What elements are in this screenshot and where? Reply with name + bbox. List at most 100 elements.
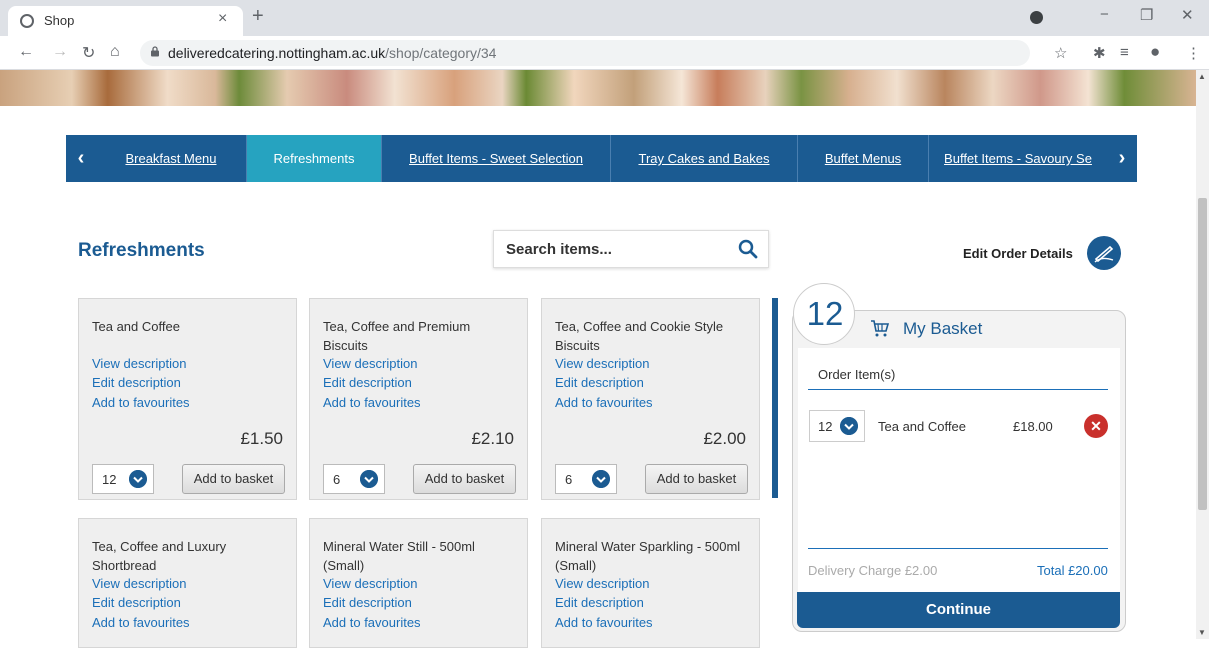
product-card: Tea, Coffee and Luxury Shortbread View d… <box>78 518 297 648</box>
category-buffet-menus[interactable]: Buffet Menus <box>798 135 929 182</box>
product-name: Tea, Coffee and Luxury Shortbread <box>92 539 227 573</box>
add-to-favourites-link[interactable]: Add to favourites <box>555 395 653 410</box>
quantity-select[interactable]: 6 <box>323 464 385 494</box>
scroll-down-arrow-icon[interactable]: ▼ <box>1198 628 1206 637</box>
lock-icon <box>151 46 159 57</box>
search-input[interactable]: Search items... <box>493 230 769 268</box>
scroll-up-arrow-icon[interactable]: ▲ <box>1198 72 1206 81</box>
menu-kebab-icon[interactable]: ⋮ <box>1186 44 1201 62</box>
view-description-link[interactable]: View description <box>92 576 186 591</box>
product-card: Mineral Water Still - 500ml (Small) View… <box>309 518 528 648</box>
chevron-right-icon[interactable]: › <box>1107 135 1137 182</box>
media-indicator-icon[interactable] <box>1030 11 1043 24</box>
quantity-value: 12 <box>102 472 117 487</box>
new-tab-button[interactable]: + <box>252 5 264 28</box>
home-icon[interactable]: ⌂ <box>110 43 120 61</box>
add-to-favourites-link[interactable]: Add to favourites <box>323 395 421 410</box>
view-description-link[interactable]: View description <box>555 356 649 371</box>
bookmark-star-icon[interactable]: ☆ <box>1054 44 1067 62</box>
product-name: Tea and Coffee <box>92 319 180 334</box>
basket-count: 12 <box>806 295 844 332</box>
add-to-favourites-link[interactable]: Add to favourites <box>555 615 653 630</box>
add-to-basket-button[interactable]: Add to basket <box>645 464 748 494</box>
basket-item-name: Tea and Coffee <box>878 419 966 434</box>
chevron-down-icon <box>360 470 378 488</box>
reload-icon[interactable]: ↻ <box>82 43 95 63</box>
product-card: Mineral Water Sparkling - 500ml (Small) … <box>541 518 760 648</box>
globe-icon <box>20 14 34 28</box>
delivery-charge: Delivery Charge £2.00 <box>808 563 938 578</box>
minimize-button[interactable]: − <box>1100 6 1109 23</box>
add-to-favourites-link[interactable]: Add to favourites <box>92 395 190 410</box>
edit-description-link[interactable]: Edit description <box>92 595 181 610</box>
search-icon[interactable] <box>738 239 758 259</box>
close-window-button[interactable]: ✕ <box>1181 6 1194 24</box>
browser-tab-bar: Shop × + − ❐ ✕ <box>0 0 1209 36</box>
basket-count-badge: 12 <box>793 283 855 345</box>
basket-quantity-select[interactable]: 12 <box>809 410 865 442</box>
edit-description-link[interactable]: Edit description <box>555 595 644 610</box>
address-bar[interactable]: deliveredcatering.nottingham.ac.uk/shop/… <box>140 40 1030 66</box>
restore-button[interactable]: ❐ <box>1140 6 1153 24</box>
edit-pencil-icon[interactable] <box>1087 236 1121 270</box>
chevron-down-icon <box>840 417 858 435</box>
chevron-left-icon[interactable]: ‹ <box>66 135 96 182</box>
scrollbar-thumb[interactable] <box>1198 198 1207 510</box>
add-to-favourites-link[interactable]: Add to favourites <box>92 615 190 630</box>
edit-description-link[interactable]: Edit description <box>555 375 644 390</box>
view-description-link[interactable]: View description <box>323 576 417 591</box>
chevron-down-icon <box>129 470 147 488</box>
quantity-value: 6 <box>333 472 341 487</box>
search-placeholder: Search items... <box>506 241 612 258</box>
basket-title: My Basket <box>903 319 983 338</box>
quantity-select[interactable]: 12 <box>92 464 154 494</box>
category-nav: ‹ Breakfast Menu Refreshments Buffet Ite… <box>66 135 1137 182</box>
view-description-link[interactable]: View description <box>323 356 417 371</box>
add-to-basket-button[interactable]: Add to basket <box>413 464 516 494</box>
forward-arrow-icon[interactable]: → <box>52 43 68 61</box>
product-name: Tea, Coffee and Premium Biscuits <box>323 319 471 353</box>
category-breakfast-menu[interactable]: Breakfast Menu <box>96 135 247 182</box>
browser-tab[interactable]: Shop × <box>8 6 243 36</box>
chevron-down-icon <box>592 470 610 488</box>
quantity-select[interactable]: 6 <box>555 464 617 494</box>
close-tab-icon[interactable]: × <box>218 10 227 28</box>
edit-description-link[interactable]: Edit description <box>323 375 412 390</box>
edit-description-link[interactable]: Edit description <box>323 595 412 610</box>
browser-toolbar: ← → ↻ ⌂ deliveredcatering.nottingham.ac.… <box>0 36 1209 70</box>
category-refreshments[interactable]: Refreshments <box>247 135 382 182</box>
category-tray-cakes[interactable]: Tray Cakes and Bakes <box>611 135 798 182</box>
edit-order-details-link[interactable]: Edit Order Details <box>963 246 1073 261</box>
basket-total: Total £20.00 <box>1037 563 1108 578</box>
edit-description-link[interactable]: Edit description <box>92 375 181 390</box>
product-price: £2.00 <box>703 429 746 448</box>
profile-avatar-icon[interactable]: ● <box>1150 42 1160 62</box>
basket-body <box>798 348 1120 593</box>
continue-button[interactable]: Continue <box>797 592 1120 628</box>
add-to-favourites-link[interactable]: Add to favourites <box>323 615 421 630</box>
url-text: deliveredcatering.nottingham.ac.uk/shop/… <box>168 45 497 61</box>
view-description-link[interactable]: View description <box>555 576 649 591</box>
product-price: £2.10 <box>471 429 514 448</box>
reading-list-icon[interactable]: ≡ <box>1120 44 1129 61</box>
back-arrow-icon[interactable]: ← <box>18 43 34 61</box>
order-items-label: Order Item(s) <box>818 367 896 382</box>
basket-quantity-value: 12 <box>818 419 833 434</box>
inner-scrollbar[interactable] <box>772 298 778 498</box>
cart-icon <box>871 320 890 337</box>
hero-banner-image <box>0 70 1196 106</box>
category-buffet-sweet[interactable]: Buffet Items - Sweet Selection <box>382 135 611 182</box>
divider <box>808 548 1108 549</box>
extensions-icon[interactable]: ✱ <box>1093 44 1106 62</box>
divider <box>808 389 1108 390</box>
product-card: Tea, Coffee and Premium Biscuits View de… <box>309 298 528 500</box>
product-price: £1.50 <box>240 429 283 448</box>
remove-item-icon[interactable]: ✕ <box>1084 414 1108 438</box>
product-card: Tea and Coffee View description Edit des… <box>78 298 297 500</box>
product-name: Tea, Coffee and Cookie Style Biscuits <box>555 319 724 353</box>
add-to-basket-button[interactable]: Add to basket <box>182 464 285 494</box>
view-description-link[interactable]: View description <box>92 356 186 371</box>
page-title: Refreshments <box>78 240 205 261</box>
basket-item-price: £18.00 <box>1013 419 1053 434</box>
category-buffet-savoury[interactable]: Buffet Items - Savoury Se <box>929 135 1107 182</box>
